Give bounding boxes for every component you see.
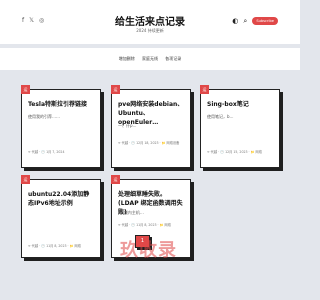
post-card[interactable]: 运 ubuntu22.04添加静态IPv6地址示例 ✒ 代越 · 🕒 11月 8… — [21, 175, 101, 258]
post-meta: ✒ 代越 · 🕒 11月 8, 2023 · 📁 网络 — [118, 223, 171, 227]
dark-mode-icon[interactable]: ◐ — [232, 17, 238, 25]
post-excerpt: AD域内主机… — [118, 210, 144, 215]
post-excerpt: 一、什p… — [118, 123, 137, 128]
nav-item-add-delete[interactable]: 增加删除 — [119, 56, 135, 61]
post-card[interactable]: 运 Tesla特斯拉引荐链接 使用我的引荐…… ✒ 代越 · 🕒 1月 7, 2… — [21, 85, 101, 168]
category-badge[interactable]: 运 — [21, 175, 30, 184]
main-nav: 增加删除 家庭无线 各项记录 — [0, 48, 300, 70]
category-badge[interactable]: 运 — [111, 175, 120, 184]
nav-item-home-wireless[interactable]: 家庭无线 — [142, 56, 158, 61]
post-meta: ✒ 代越 · 🕒 11月 8, 2023 · 📁 网络 — [28, 244, 81, 248]
site-subtitle: 2024 持续更新 — [136, 28, 164, 33]
post-meta: ✒ 代越 · 🕒 1月 7, 2024 — [28, 150, 65, 154]
subscribe-button[interactable]: Subscribe — [252, 17, 278, 25]
post-card[interactable]: 运 pve网络安装debian、Ubuntu、openEuler… 一、什p… … — [111, 85, 191, 168]
post-meta: ✒ 代越 · 🕒 12月 18, 2023 · 📁 网络设备 — [118, 141, 180, 145]
post-title[interactable]: Sing-box笔记 — [207, 100, 273, 109]
post-excerpt: 使用我的引荐…… — [28, 114, 60, 119]
category-badge[interactable]: 运 — [200, 85, 209, 94]
post-title[interactable]: Tesla特斯拉引荐链接 — [28, 100, 94, 109]
post-meta: ✒ 代越 · 🕒 12月 15, 2023 · 📁 网络 — [207, 150, 262, 154]
watermark-text: 玖收录 — [120, 240, 177, 261]
post-card[interactable]: 运 Sing-box笔记 使用笔记，b… ✒ 代越 · 🕒 12月 15, 20… — [200, 85, 280, 168]
nav-item-records[interactable]: 各项记录 — [165, 56, 181, 61]
post-title[interactable]: ubuntu22.04添加静态IPv6地址示例 — [28, 190, 94, 208]
header-actions: ◐ ⌕ Subscribe — [232, 17, 278, 25]
search-icon[interactable]: ⌕ — [243, 17, 247, 25]
site-header: f 𝕏 ◎ 给生活来点记录 2024 持续更新 ◐ ⌕ Subscribe — [0, 0, 300, 44]
category-badge[interactable]: 运 — [111, 85, 120, 94]
post-excerpt: 使用笔记，b… — [207, 114, 234, 119]
category-badge[interactable]: 运 — [21, 85, 30, 94]
